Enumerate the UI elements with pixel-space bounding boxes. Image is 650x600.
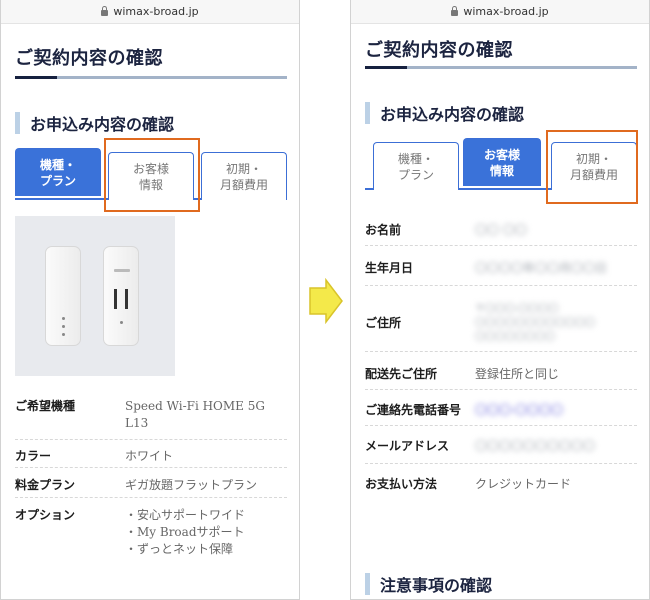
- detail-row: 配送先ご住所 登録住所と同じ: [365, 352, 637, 390]
- detail-value[interactable]: 〇〇〇-〇〇〇〇: [475, 402, 637, 425]
- detail-row: オプション ・安心サポートワイド ・My Broadサポート ・ずっとネット保障: [15, 498, 287, 560]
- browser-url-bar[interactable]: wimax-broad.jp: [351, 0, 649, 24]
- detail-value: 〇〇〇〇年〇〇月〇〇日: [475, 261, 608, 275]
- detail-key: オプション: [15, 508, 76, 522]
- detail-key: お名前: [365, 223, 402, 237]
- page-title: ご契約内容の確認: [365, 40, 513, 61]
- detail-value: 〇〇〇〇〇〇〇〇〇〇: [475, 439, 596, 453]
- highlight-box: [546, 130, 638, 204]
- detail-row: メールアドレス 〇〇〇〇〇〇〇〇〇〇: [365, 426, 637, 464]
- detail-key: ご住所: [365, 316, 402, 330]
- detail-value: ギガ放題フラットプラン: [125, 478, 258, 492]
- notes-section-title: 注意事項の確認: [380, 576, 493, 595]
- left-screen: wimax-broad.jp ご契約内容の確認 お申込み内容の確認 機種・ プラ…: [0, 0, 300, 600]
- highlight-box: [104, 138, 200, 212]
- detail-row: お名前 〇〇 〇〇: [365, 214, 637, 246]
- url-text: wimax-broad.jp: [463, 5, 549, 18]
- detail-value: クレジットカード: [475, 477, 572, 491]
- detail-key: 配送先ご住所: [365, 367, 438, 381]
- browser-url-bar[interactable]: wimax-broad.jp: [1, 0, 299, 24]
- tab-label: 初期・ 月額費用: [219, 161, 268, 192]
- detail-key: 生年月日: [365, 261, 414, 275]
- tab-device-plan[interactable]: 機種・ プラン: [15, 148, 101, 196]
- section-title: お申込み内容の確認: [30, 115, 175, 134]
- router-front-view: [103, 246, 139, 346]
- tab-fees[interactable]: 初期・ 月額費用: [201, 152, 287, 200]
- section-heading: お申込み内容の確認: [365, 101, 524, 125]
- detail-row: カラー ホワイト: [15, 440, 287, 468]
- detail-value: 〇〇 〇〇: [475, 223, 527, 237]
- detail-key: カラー: [15, 449, 52, 463]
- detail-row: お支払い方法 クレジットカード: [365, 464, 637, 498]
- section-marker: [365, 102, 370, 124]
- detail-value: ホワイト: [125, 449, 174, 463]
- detail-key: ご連絡先電話番号: [365, 403, 462, 417]
- detail-value: 登録住所と同じ: [475, 367, 560, 381]
- tab-label: 機種・ プラン: [397, 151, 434, 182]
- detail-key: ご希望機種: [15, 399, 76, 413]
- detail-row: ご連絡先電話番号 〇〇〇-〇〇〇〇: [365, 390, 637, 426]
- detail-value: Speed Wi-Fi HOME 5G L13: [125, 399, 265, 430]
- lock-icon: [451, 5, 459, 16]
- detail-row: 生年月日 〇〇〇〇年〇〇月〇〇日: [365, 246, 637, 286]
- tab-label: お客様 情報: [483, 147, 520, 178]
- tab-label: 機種・ プラン: [39, 157, 76, 188]
- section-marker: [365, 573, 370, 595]
- detail-row: 料金プラン ギガ放題フラットプラン: [15, 468, 287, 498]
- product-details: ご希望機種 Speed Wi-Fi HOME 5G L13 カラー ホワイト 料…: [15, 398, 287, 560]
- url-text: wimax-broad.jp: [113, 5, 199, 18]
- right-screen: wimax-broad.jp ご契約内容の確認 お申込み内容の確認 機種・ プラ…: [350, 0, 650, 600]
- detail-value: ・安心サポートワイド ・My Broadサポート ・ずっとネット保障: [125, 508, 246, 556]
- product-image: [15, 216, 175, 376]
- customer-details: お名前 〇〇 〇〇 生年月日 〇〇〇〇年〇〇月〇〇日 ご住所 〒〇〇〇-〇〇〇〇…: [365, 214, 637, 498]
- notes-section-heading: 注意事項の確認: [365, 572, 492, 596]
- section-heading: お申込み内容の確認: [15, 111, 174, 135]
- detail-key: メールアドレス: [365, 439, 450, 453]
- section-marker: [15, 112, 20, 134]
- detail-key: お支払い方法: [365, 477, 438, 491]
- section-title: お申込み内容の確認: [380, 105, 525, 124]
- title-underline: [365, 66, 637, 69]
- tab-customer-info[interactable]: お客様 情報: [463, 138, 541, 186]
- right-arrow-icon: [309, 278, 343, 324]
- title-underline: [15, 76, 287, 79]
- detail-row: ご住所 〒〇〇〇-〇〇〇〇 〇〇〇〇〇〇〇〇〇〇〇〇 〇〇〇〇〇〇〇〇: [365, 286, 637, 352]
- tab-device-plan[interactable]: 機種・ プラン: [373, 142, 459, 190]
- lock-icon: [101, 5, 109, 16]
- detail-key: 料金プラン: [15, 478, 76, 492]
- router-side-view: [45, 246, 81, 346]
- detail-value: 〒〇〇〇-〇〇〇〇 〇〇〇〇〇〇〇〇〇〇〇〇 〇〇〇〇〇〇〇〇: [475, 303, 595, 343]
- page-title: ご契約内容の確認: [15, 48, 163, 69]
- detail-row: ご希望機種 Speed Wi-Fi HOME 5G L13: [15, 398, 287, 440]
